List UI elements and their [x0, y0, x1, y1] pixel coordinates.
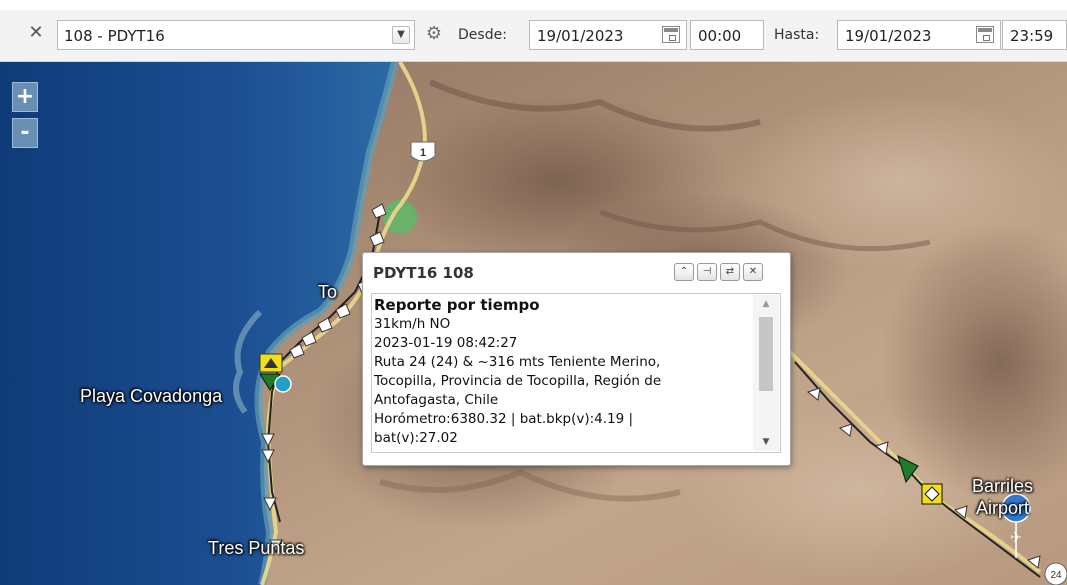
- address-line-1: Ruta 24 (24) & ~316 mts Teniente Merino,: [374, 354, 661, 370]
- telemetry-line: Horómetro:6380.32 | bat.bkp(v):4.19 |: [374, 411, 634, 427]
- route-shield-24-label: 24: [1050, 570, 1062, 581]
- stop-marker[interactable]: [259, 353, 283, 373]
- airport-label-line2: Airport: [976, 498, 1030, 518]
- zoom-in-button[interactable]: +: [12, 82, 38, 112]
- address-line-3: Antofagasta, Chile: [374, 392, 499, 408]
- telemetry-line-cut: bat(v):27.02: [374, 430, 458, 446]
- address-line-2: Tocopilla, Provincia de Tocopilla, Regió…: [374, 373, 662, 389]
- close-icon[interactable]: ✕: [28, 24, 44, 42]
- scroll-down-icon[interactable]: ▼: [753, 433, 779, 451]
- popup-title: PDYT16 108: [373, 264, 474, 282]
- zoom-out-button[interactable]: -: [12, 118, 38, 148]
- popup-scrollbar[interactable]: ▲ ▼: [753, 295, 779, 451]
- calendar-icon[interactable]: [976, 26, 994, 43]
- calendar-icon[interactable]: [662, 26, 680, 43]
- toolbar-top-strip: [0, 0, 1067, 10]
- scroll-thumb[interactable]: [759, 317, 773, 391]
- to-label: Hasta:: [774, 27, 820, 43]
- svg-text:✈: ✈: [1010, 530, 1022, 546]
- vehicle-info-popup: PDYT16 108 ⌃ ⊣ ⇄ ✕ Reporte por tiempo 31…: [362, 252, 791, 466]
- town-label-partial: To: [318, 282, 338, 302]
- vehicle-select[interactable]: 108 - PDYT16 ▼: [57, 20, 415, 50]
- report-datetime: 2023-01-19 08:42:27: [374, 335, 518, 351]
- gear-icon[interactable]: ⚙: [424, 24, 444, 44]
- airport-label-line1: Barriles: [972, 476, 1034, 496]
- popup-content: Reporte por tiempo 31km/h NO 2023-01-19 …: [374, 296, 752, 448]
- pin-icon[interactable]: ⊣: [697, 263, 717, 281]
- poi-icon[interactable]: [274, 375, 292, 393]
- collapse-icon[interactable]: ⌃: [674, 263, 694, 281]
- close-icon[interactable]: ✕: [743, 263, 763, 281]
- toolbar: ✕ 108 - PDYT16 ▼ ⚙ Desde: 19/01/2023 00:…: [0, 0, 1067, 62]
- refresh-icon[interactable]: ⇄: [720, 263, 740, 281]
- beach-label: Playa Covadonga: [80, 386, 223, 406]
- popup-body[interactable]: Reporte por tiempo 31km/h NO 2023-01-19 …: [371, 293, 781, 453]
- report-type: Reporte por tiempo: [374, 296, 540, 314]
- scroll-up-icon[interactable]: ▲: [753, 295, 779, 313]
- from-time-field[interactable]: 00:00: [690, 20, 764, 50]
- place-label-tres-puntas: Tres Puntas: [208, 538, 305, 558]
- to-time-field[interactable]: 23:59: [1002, 20, 1067, 50]
- route-shield-1-label: 1: [420, 147, 426, 159]
- vehicle-select-value: 108 - PDYT16: [64, 27, 165, 45]
- chevron-down-icon[interactable]: ▼: [392, 26, 410, 44]
- waypoint-marker[interactable]: [921, 483, 943, 505]
- from-label: Desde:: [458, 27, 507, 43]
- speed-heading: 31km/h NO: [374, 316, 451, 332]
